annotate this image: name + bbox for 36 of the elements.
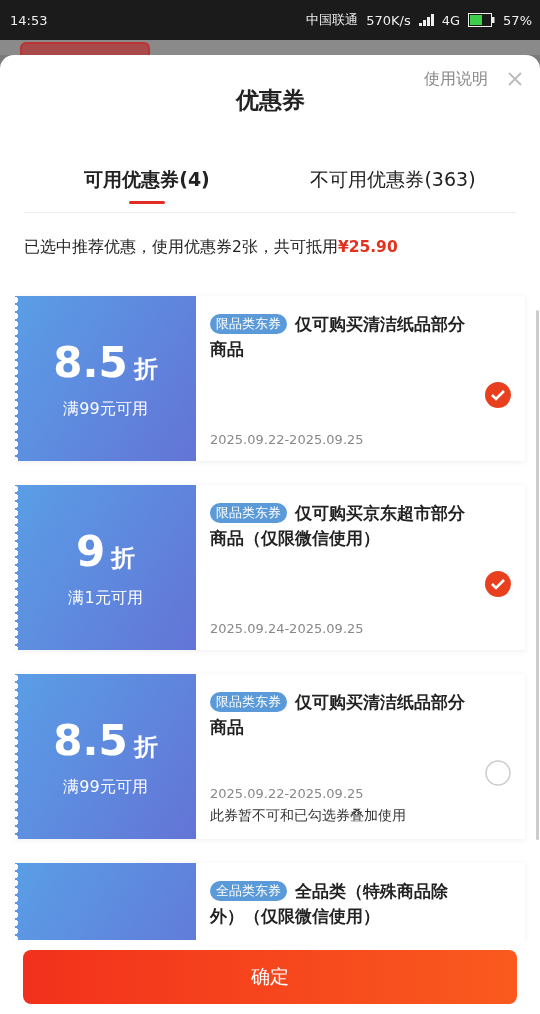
carrier-name: 中国联通 [306, 11, 359, 29]
discount-value: 8.5 [53, 337, 128, 387]
discount-value: 8.5 [53, 715, 128, 765]
coupon-tab[interactable]: 不可用优惠券(363) [270, 150, 516, 212]
coupon-tab[interactable]: 可用优惠券(4) [24, 150, 270, 212]
coupon-card[interactable]: 8.5 折 满99元可用 限品类东券 仅可购买清洁纸品部分商品 2025.09.22-2025.09.25 此券暂不可和已勾选券叠加使用 [15, 674, 525, 839]
coupon-title: 限品类东券 仅可购买清洁纸品部分商品 [210, 691, 466, 739]
coupon-card[interactable]: 9 折 满1元可用 限品类东券 仅可购买京东超市部分商品（仅限微信使用） 2025.09.24-2025.09.25 [15, 485, 525, 650]
checked-icon[interactable] [485, 570, 511, 597]
discount-unit: 折 [111, 542, 136, 574]
usage-condition: 满99元可用 [63, 398, 148, 420]
usage-condition: 满99元可用 [63, 776, 148, 798]
validity-dates: 2025.09.22-2025.09.25 [210, 432, 365, 447]
sheet-title: 优惠券 [235, 86, 305, 115]
clock-time: 14:53 [10, 12, 48, 28]
battery-percent: 57% [503, 12, 532, 28]
coupon-note: 此券暂不可和已勾选券叠加使用 [210, 807, 407, 825]
coupon-title: 限品类东券 仅可购买京东超市部分商品（仅限微信使用） [210, 502, 466, 550]
confirm-button[interactable]: 确定 [23, 950, 517, 1004]
radio-icon[interactable] [485, 759, 511, 786]
validity-dates: 2025.09.22-2025.09.25 [210, 786, 365, 801]
battery-icon [468, 13, 496, 27]
validity-dates: 2025.09.24-2025.09.25 [210, 621, 365, 636]
coupon-title: 全品类东券 全品类（特殊商品除外）（仅限微信使用） [210, 880, 449, 928]
summary-text: 已选中推荐优惠，使用优惠券2张，共可抵用¥25.90 [23, 237, 399, 258]
discount-value: 9 [75, 526, 106, 576]
coupon-card[interactable]: 8.5 折 满99元可用 限品类东券 仅可购买清洁纸品部分商品 2025.09.22-2025.09.25 [15, 296, 525, 461]
checked-icon[interactable] [485, 381, 511, 408]
usage-condition: 满1元可用 [68, 587, 143, 609]
coupon-title: 限品类东券 仅可购买清洁纸品部分商品 [210, 313, 466, 361]
network-speed: 570K/s [366, 12, 411, 28]
discount-unit: 折 [133, 731, 158, 763]
usage-help-link[interactable]: 使用说明 [424, 69, 488, 90]
signal-icon [418, 14, 434, 26]
network-type: 4G [441, 12, 461, 28]
discount-unit: 折 [133, 353, 158, 385]
